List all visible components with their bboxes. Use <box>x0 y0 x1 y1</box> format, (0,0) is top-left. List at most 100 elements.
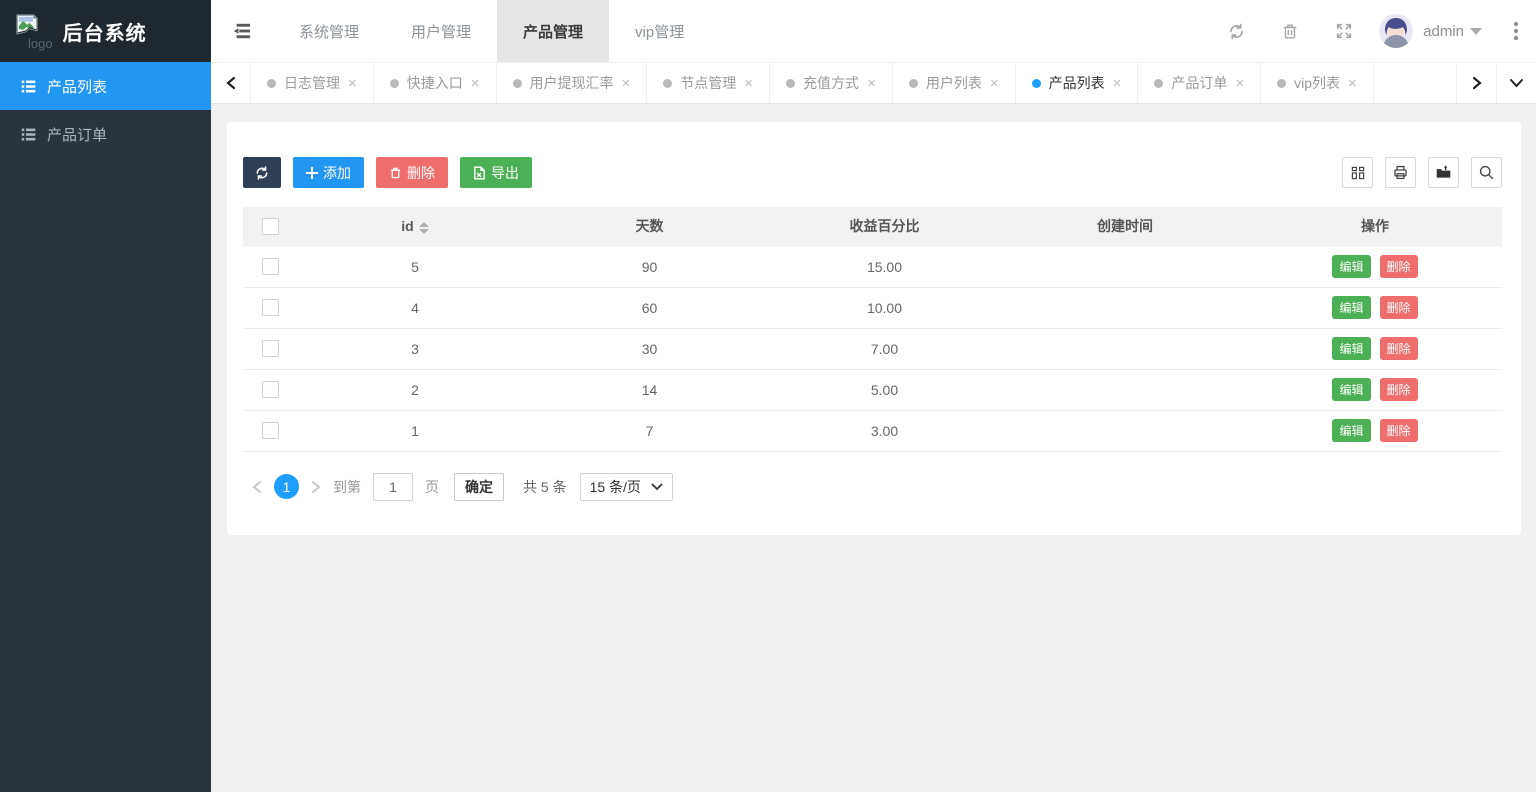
column-header-id[interactable]: id <box>298 207 532 246</box>
export-button[interactable]: 导出 <box>460 157 532 188</box>
tab-close-icon[interactable]: × <box>348 76 357 91</box>
print-button[interactable] <box>1385 157 1416 188</box>
fullscreen-button[interactable] <box>1317 0 1371 62</box>
goto-page-input[interactable] <box>373 473 413 501</box>
tab-close-icon[interactable]: × <box>471 76 480 91</box>
open-tabs: 日志管理× 快捷入口× 用户提现汇率× 节点管理 × 充值方式 × 用户列表× 产品… <box>251 63 1456 103</box>
main-area: 系统管理 用户管理 产品管理 vip管理 <box>211 0 1536 792</box>
tab-withdraw-rate[interactable]: 用户提现汇率× <box>497 63 648 103</box>
row-checkbox[interactable] <box>262 299 279 316</box>
sidebar-collapse-button[interactable] <box>211 0 273 62</box>
row-delete-button[interactable]: 删除 <box>1380 255 1418 278</box>
row-edit-button[interactable]: 编辑 <box>1332 255 1370 278</box>
sort-icon[interactable] <box>419 222 429 234</box>
cell-days: 30 <box>532 328 767 369</box>
filter-columns-button[interactable] <box>1342 157 1373 188</box>
tab-product-orders[interactable]: 产品订单× <box>1138 63 1261 103</box>
top-header: 系统管理 用户管理 产品管理 vip管理 <box>211 0 1536 62</box>
row-delete-button[interactable]: 删除 <box>1380 337 1418 360</box>
cell-days: 60 <box>532 287 767 328</box>
tab-close-icon[interactable]: × <box>622 76 631 91</box>
cell-percent: 10.00 <box>767 287 1002 328</box>
next-page-button[interactable] <box>308 480 324 494</box>
tab-close-icon[interactable]: × <box>744 76 753 91</box>
prev-page-button[interactable] <box>249 480 265 494</box>
add-button[interactable]: 添加 <box>293 157 364 188</box>
row-checkbox[interactable] <box>262 340 279 357</box>
chevron-down-icon <box>651 483 663 491</box>
sidebar-item-product-orders[interactable]: 产品订单 <box>0 110 211 158</box>
row-edit-button[interactable]: 编辑 <box>1332 419 1370 442</box>
tab-close-icon[interactable]: × <box>1235 76 1244 91</box>
tabs-menu-button[interactable] <box>1496 63 1536 103</box>
search-button[interactable] <box>1471 157 1502 188</box>
page-number-current[interactable]: 1 <box>274 474 299 499</box>
topnav-vip-management[interactable]: vip管理 <box>609 0 710 62</box>
column-header-label: 创建时间 <box>1097 218 1153 234</box>
table-refresh-button[interactable] <box>243 157 281 188</box>
tab-close-icon[interactable]: × <box>1113 76 1122 91</box>
chevron-left-icon <box>225 76 237 90</box>
user-avatar[interactable] <box>1379 14 1413 48</box>
tab-user-list[interactable]: 用户列表× <box>893 63 1016 103</box>
clear-cache-button[interactable] <box>1263 0 1317 62</box>
tab-label: 充值方式 <box>803 73 859 93</box>
tab-dot-icon <box>786 79 795 88</box>
page-size-select[interactable]: 15 条/页 <box>580 473 673 501</box>
sidebar-item-product-list[interactable]: 产品列表 <box>0 62 211 110</box>
export-data-button[interactable] <box>1428 157 1459 188</box>
topnav-system-management[interactable]: 系统管理 <box>273 0 385 62</box>
logo-alt-text: logo <box>28 36 53 51</box>
tab-product-list[interactable]: 产品列表× <box>1016 63 1139 103</box>
tab-dot-icon <box>1032 79 1041 88</box>
cell-percent: 7.00 <box>767 328 1002 369</box>
select-all-checkbox[interactable] <box>262 218 279 235</box>
column-header-label: id <box>401 218 413 234</box>
content-area: 添加 删除 导出 <box>211 104 1536 792</box>
tab-dot-icon <box>267 79 276 88</box>
product-list-card: 添加 删除 导出 <box>227 122 1521 535</box>
goto-suffix-label: 页 <box>425 477 439 497</box>
table-header-row: id 天数 收益百分比 创建时间 操作 <box>243 207 1502 246</box>
delete-button[interactable]: 删除 <box>376 157 448 188</box>
user-dropdown-caret-icon[interactable] <box>1470 28 1482 35</box>
row-delete-button[interactable]: 删除 <box>1380 296 1418 319</box>
topnav-label: vip管理 <box>635 21 684 42</box>
row-checkbox[interactable] <box>262 422 279 439</box>
tab-close-icon[interactable]: × <box>1348 76 1357 91</box>
row-checkbox[interactable] <box>262 258 279 275</box>
topnav-user-management[interactable]: 用户管理 <box>385 0 497 62</box>
row-delete-button[interactable]: 删除 <box>1380 378 1418 401</box>
tab-close-icon[interactable]: × <box>867 76 876 91</box>
tab-label: 节点管理 <box>680 73 736 93</box>
topnav-product-management[interactable]: 产品管理 <box>497 0 609 62</box>
tab-dot-icon <box>1277 79 1286 88</box>
tab-dot-icon <box>513 79 522 88</box>
refresh-button[interactable] <box>1209 0 1263 62</box>
goto-confirm-button[interactable]: 确定 <box>454 473 504 501</box>
row-delete-button[interactable]: 删除 <box>1380 419 1418 442</box>
more-options-button[interactable] <box>1496 0 1536 62</box>
sidebar-item-label: 产品订单 <box>47 124 107 145</box>
export-button-label: 导出 <box>491 163 519 183</box>
tabs-scroll-right-button[interactable] <box>1456 63 1496 103</box>
total-count-label: 共 5 条 <box>523 477 567 497</box>
tab-close-icon[interactable]: × <box>990 76 999 91</box>
row-edit-button[interactable]: 编辑 <box>1332 378 1370 401</box>
row-edit-button[interactable]: 编辑 <box>1332 337 1370 360</box>
tabs-scroll-left-button[interactable] <box>211 63 251 103</box>
cell-id: 2 <box>298 369 532 410</box>
tab-quick-entry[interactable]: 快捷入口× <box>374 63 497 103</box>
tab-node-management[interactable]: 节点管理 × <box>647 63 770 103</box>
cell-id: 5 <box>298 246 532 287</box>
cell-percent: 5.00 <box>767 369 1002 410</box>
refresh-icon <box>1227 22 1246 41</box>
row-edit-button[interactable]: 编辑 <box>1332 296 1370 319</box>
row-checkbox[interactable] <box>262 381 279 398</box>
username[interactable]: admin <box>1423 23 1464 40</box>
tab-vip-list[interactable]: vip列表× <box>1261 63 1374 103</box>
tab-recharge-method[interactable]: 充值方式 × <box>770 63 893 103</box>
refresh-icon <box>254 165 270 181</box>
tab-log-management[interactable]: 日志管理× <box>251 63 374 103</box>
cell-percent: 3.00 <box>767 410 1002 451</box>
